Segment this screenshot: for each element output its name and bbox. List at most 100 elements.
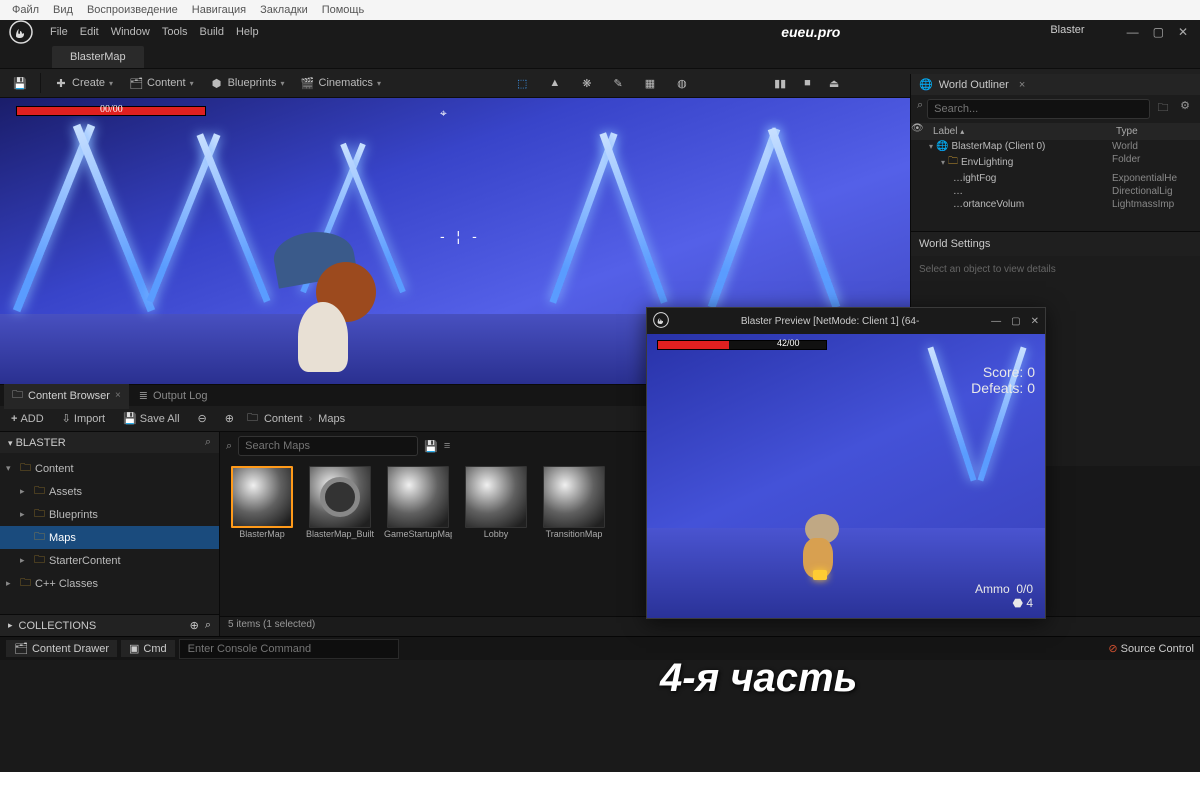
outliner-row[interactable]: ▾🗀EnvLightingFolder	[911, 153, 1200, 172]
menu-edit[interactable]: Edit	[80, 26, 99, 38]
menu-build[interactable]: Build	[200, 26, 224, 38]
outliner-row[interactable]: ▾🌐BlasterMap (Client 0)World	[911, 140, 1200, 153]
breadcrumb-item[interactable]: Content	[264, 413, 303, 425]
cinematics-icon: 🎬	[301, 76, 315, 90]
fracture-icon[interactable]: ◍	[670, 74, 694, 93]
save-filter-icon[interactable]: 💾	[424, 440, 438, 453]
pause-icon[interactable]: ▮▮	[767, 74, 793, 93]
outliner-row[interactable]: …ightFogExponentialHe	[911, 172, 1200, 185]
filter-icon[interactable]: ≡	[444, 440, 450, 452]
close-tab-icon[interactable]: ×	[115, 390, 121, 401]
maximize-icon[interactable]: ▢	[1011, 316, 1020, 327]
content-drawer-button[interactable]: 🗂Content Drawer	[6, 640, 117, 657]
tree-item[interactable]: ▾🗀Content	[0, 457, 219, 480]
player-character	[268, 202, 398, 384]
terminal-icon: ▣	[129, 642, 139, 655]
close-icon[interactable]: ✕	[1031, 316, 1039, 327]
outliner-search-input[interactable]	[927, 99, 1150, 119]
project-name: Blaster	[1020, 20, 1114, 44]
menu-help[interactable]: Help	[236, 26, 259, 38]
select-mode-icon[interactable]: ⬚	[510, 74, 534, 93]
import-button[interactable]: ⇩Import	[57, 410, 110, 427]
overlay-caption: 4-я часть	[660, 656, 857, 701]
menu-tools[interactable]: Tools	[162, 26, 188, 38]
mesh-icon[interactable]: ▦	[638, 74, 662, 93]
create-button[interactable]: ✚Create▾	[47, 73, 120, 93]
close-icon[interactable]: ✕	[1178, 25, 1188, 39]
asset-item[interactable]: TransitionMap	[540, 466, 608, 540]
cmd-button[interactable]: ▣Cmd	[121, 640, 175, 657]
add-button[interactable]: +ADD	[6, 411, 49, 427]
host-menu-item[interactable]: Воспроизведение	[87, 4, 178, 16]
source-control-icon: ⊘	[1108, 643, 1117, 655]
source-control-button[interactable]: ⊘ Source Control	[1108, 642, 1194, 655]
close-tab-icon[interactable]: ×	[1019, 79, 1025, 91]
preview-viewport[interactable]: 42/00 Score: 0 Defeats: 0 Ammo 0/0 ⬣ 4	[647, 334, 1045, 618]
folder-add-icon[interactable]: 🗀	[1154, 99, 1172, 119]
outliner-header: 👁 Label ▴ Type	[911, 123, 1200, 140]
tab-output-log[interactable]: ≣Output Log	[131, 385, 216, 406]
tree-item[interactable]: ▸🗀Assets	[0, 480, 219, 503]
content-button[interactable]: 🗂Content▾	[122, 73, 201, 93]
landscape-icon[interactable]: ▲	[542, 74, 567, 93]
asset-item[interactable]: BlasterMap_BuiltData	[306, 466, 374, 540]
preview-titlebar[interactable]: Blaster Preview [NetMode: Client 1] (64-…	[647, 308, 1045, 334]
collections-header[interactable]: ▸COLLECTIONS⊕⌕	[0, 614, 219, 636]
host-menu-item[interactable]: Помощь	[322, 4, 365, 16]
minimize-icon[interactable]: —	[991, 316, 1001, 327]
folder-icon: 🗀	[20, 459, 31, 478]
menu-window[interactable]: Window	[111, 26, 150, 38]
save-icon: 💾	[123, 412, 137, 425]
search-icon[interactable]: ⌕	[205, 619, 211, 632]
settings-icon[interactable]: ⚙	[1176, 99, 1194, 119]
asset-status: 5 items (1 selected)	[220, 616, 1200, 636]
minimize-icon[interactable]: —	[1127, 25, 1139, 39]
host-menu-item[interactable]: Файл	[12, 4, 39, 16]
outliner-row[interactable]: …ortanceVolumLightmassImp	[911, 198, 1200, 211]
save-button[interactable]: 💾	[6, 73, 34, 93]
menu-file[interactable]: File	[50, 26, 68, 38]
asset-item[interactable]: GameStartupMap	[384, 466, 452, 540]
cinematics-button[interactable]: 🎬Cinematics▾	[294, 73, 388, 93]
asset-search-input[interactable]	[238, 436, 418, 456]
level-tab[interactable]: BlasterMap	[52, 46, 144, 68]
log-icon: ≣	[139, 389, 148, 402]
maximize-icon[interactable]: ▢	[1153, 25, 1164, 39]
console-input[interactable]	[179, 639, 399, 659]
asset-item[interactable]: BlasterMap	[228, 466, 296, 540]
save-all-button[interactable]: 💾Save All	[118, 410, 184, 427]
outliner-row[interactable]: …DirectionalLig	[911, 185, 1200, 198]
search-icon[interactable]: ⌕	[205, 436, 211, 449]
host-menu-item[interactable]: Закладки	[260, 4, 308, 16]
history-back-icon[interactable]: ⊖	[193, 410, 212, 427]
host-menu-item[interactable]: Навигация	[192, 4, 246, 16]
blueprints-button[interactable]: ⬢Blueprints▾	[203, 73, 292, 93]
tab-content-browser[interactable]: 🗀Content Browser×	[4, 382, 129, 409]
stop-icon[interactable]: ■	[797, 74, 818, 92]
eject-icon[interactable]: ⏏	[822, 74, 846, 93]
viewport-tool-icons: ⬚ ▲ ❋ ✎ ▦ ◍	[510, 74, 694, 93]
brush-icon[interactable]: ✎	[606, 74, 629, 93]
main-menu: File Edit Window Tools Build Help	[42, 20, 267, 44]
world-settings-tab[interactable]: World Settings	[911, 231, 1200, 256]
unreal-editor: File Edit Window Tools Build Help eueu.p…	[0, 20, 1200, 772]
asset-item[interactable]: Lobby	[462, 466, 530, 540]
outliner-rows: ▾🌐BlasterMap (Client 0)World ▾🗀EnvLighti…	[911, 140, 1200, 211]
tree-item[interactable]: ▸🗀Blueprints	[0, 503, 219, 526]
folder-icon: 🗀	[20, 574, 31, 593]
tree-item[interactable]: ▸🗀C++ Classes	[0, 572, 219, 595]
add-icon[interactable]: ⊕	[190, 619, 199, 632]
host-menu-item[interactable]: Вид	[53, 4, 73, 16]
tree-item-selected[interactable]: 🗀Maps	[0, 526, 219, 549]
tree-item[interactable]: ▸🗀StarterContent	[0, 549, 219, 572]
history-fwd-icon[interactable]: ⊕	[220, 410, 239, 427]
breadcrumb-item[interactable]: Maps	[318, 413, 345, 425]
drawer-icon: 🗂	[14, 642, 28, 655]
foliage-icon[interactable]: ❋	[575, 74, 598, 93]
hud-health-text: 00/00	[100, 104, 123, 115]
eye-icon[interactable]: 👁	[911, 123, 929, 140]
tree-header[interactable]: ▾ BLASTER⌕	[0, 432, 219, 453]
pie-preview-window[interactable]: Blaster Preview [NetMode: Client 1] (64-…	[646, 307, 1046, 619]
statusbar: 🗂Content Drawer ▣Cmd ⊘ Source Control	[0, 636, 1200, 660]
outliner-tab[interactable]: 🌐World Outliner×	[911, 74, 1200, 95]
